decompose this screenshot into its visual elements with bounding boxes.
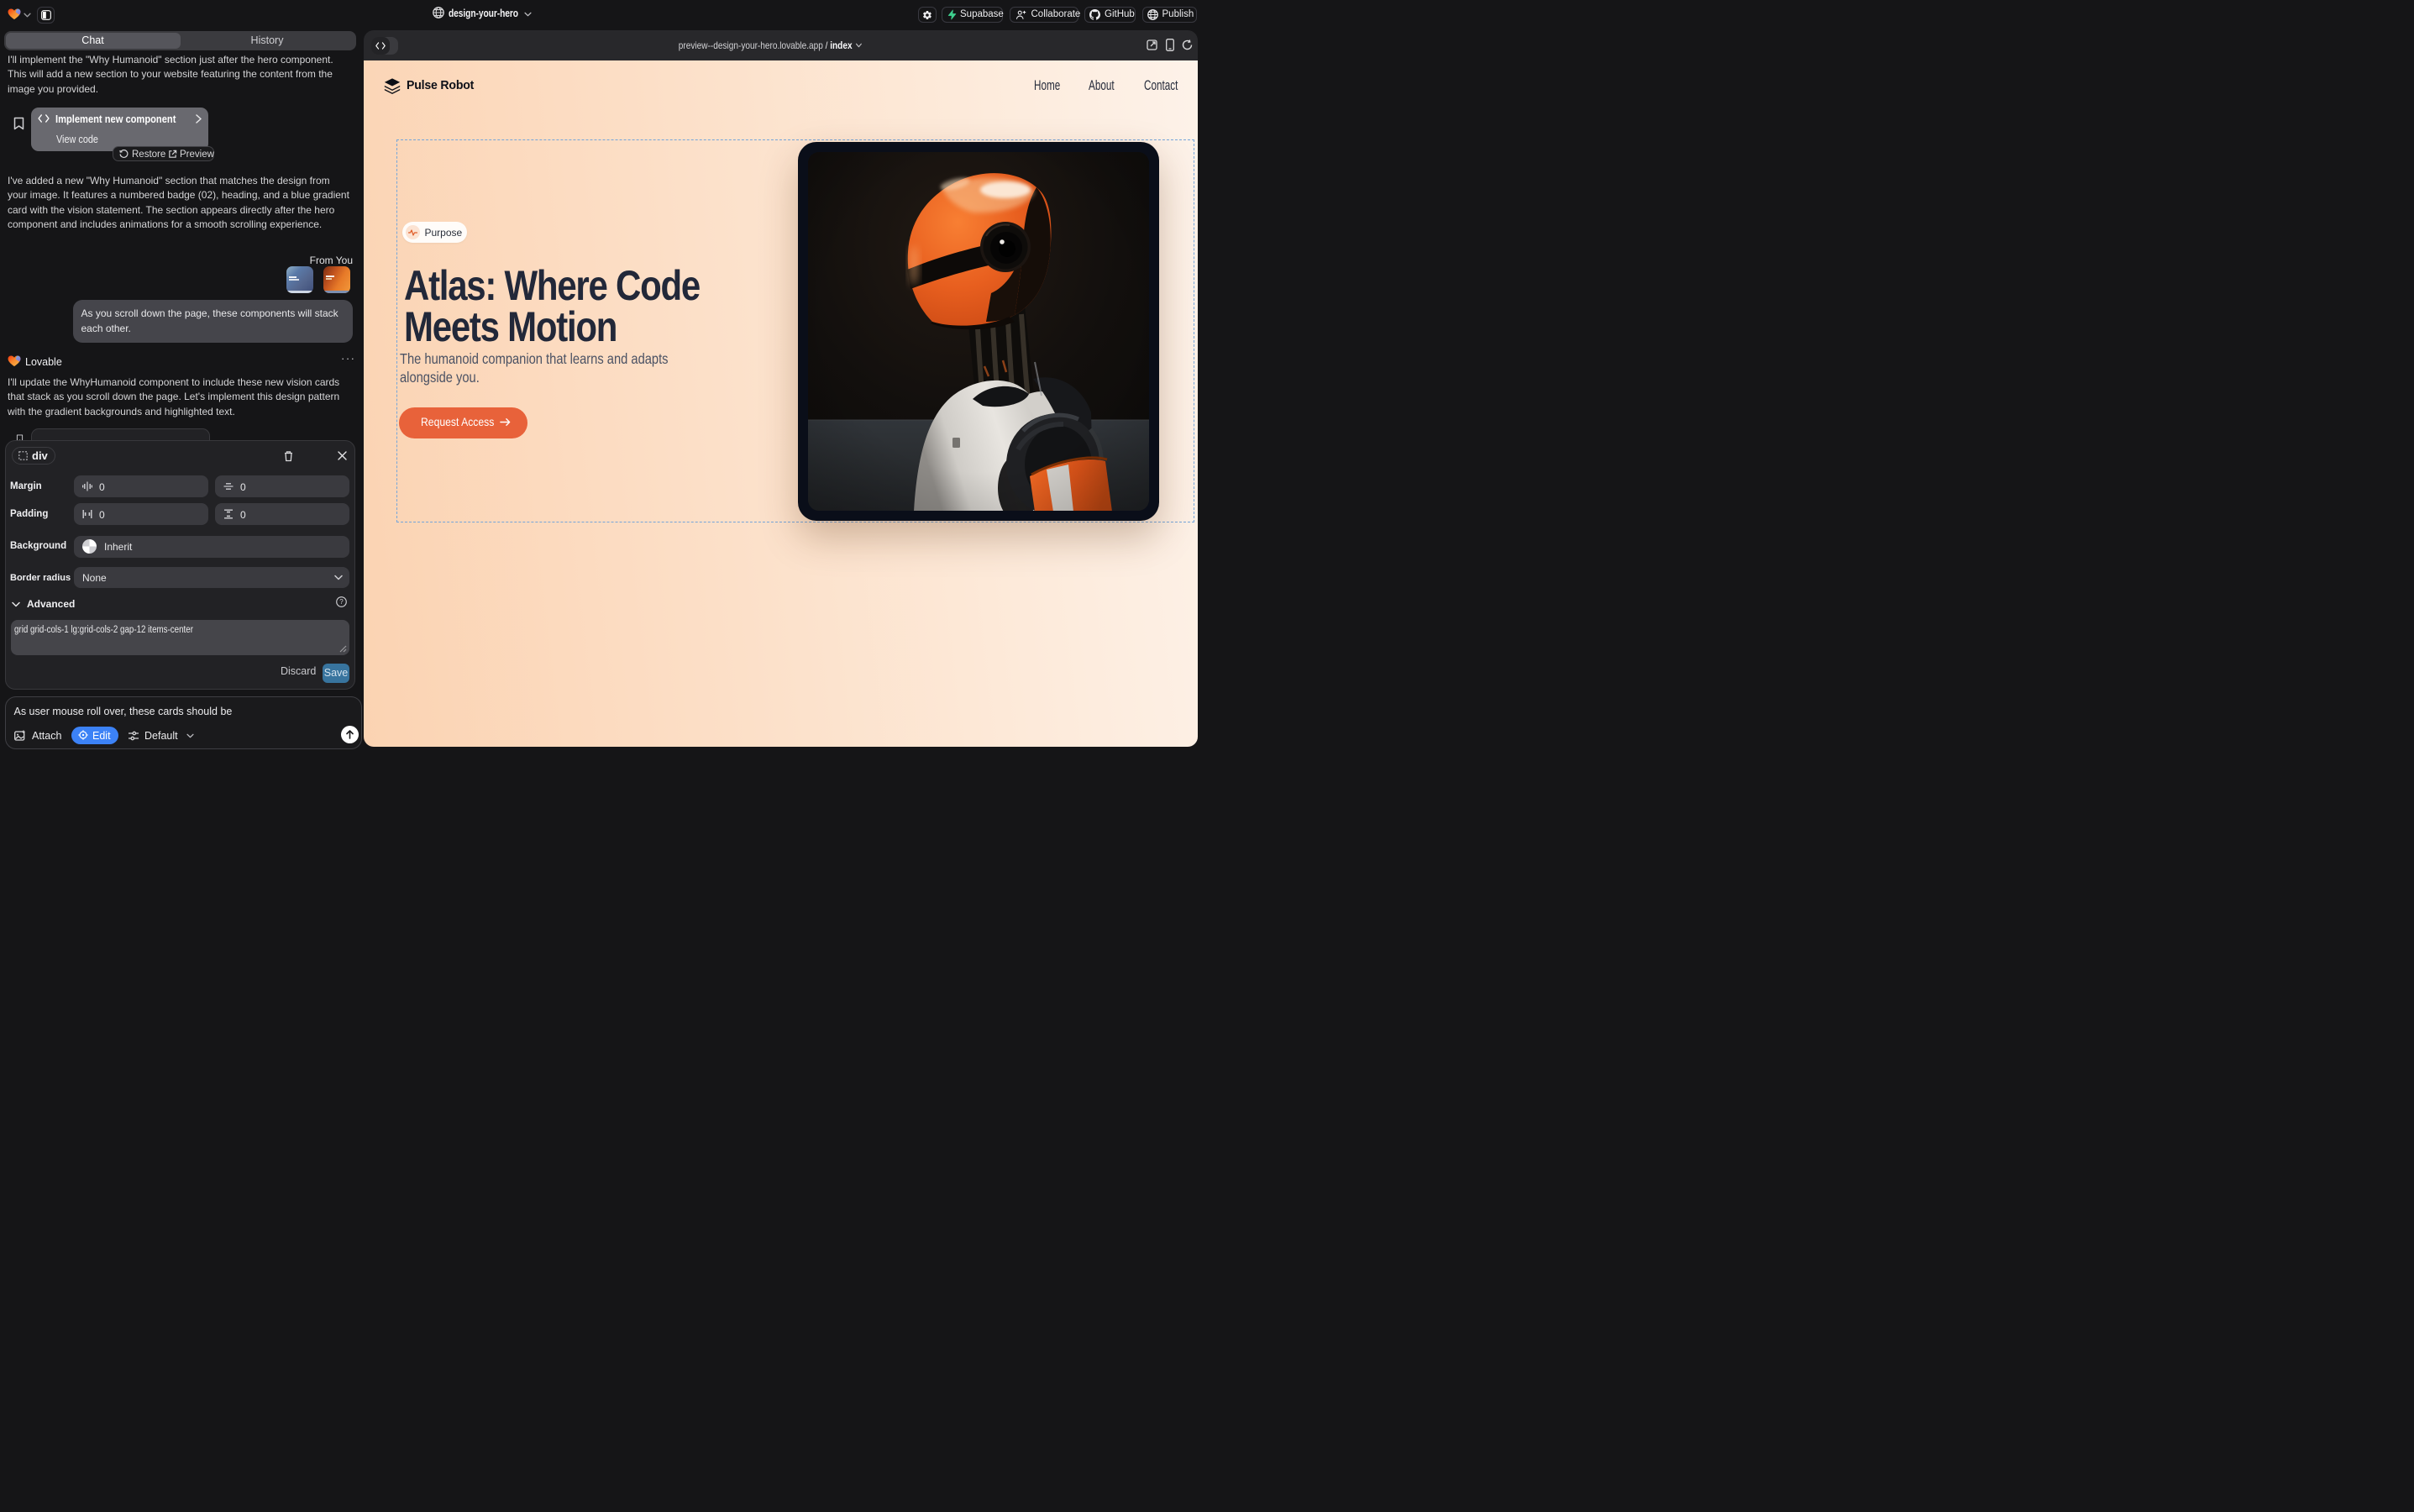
svg-text:?: ? (339, 598, 344, 606)
